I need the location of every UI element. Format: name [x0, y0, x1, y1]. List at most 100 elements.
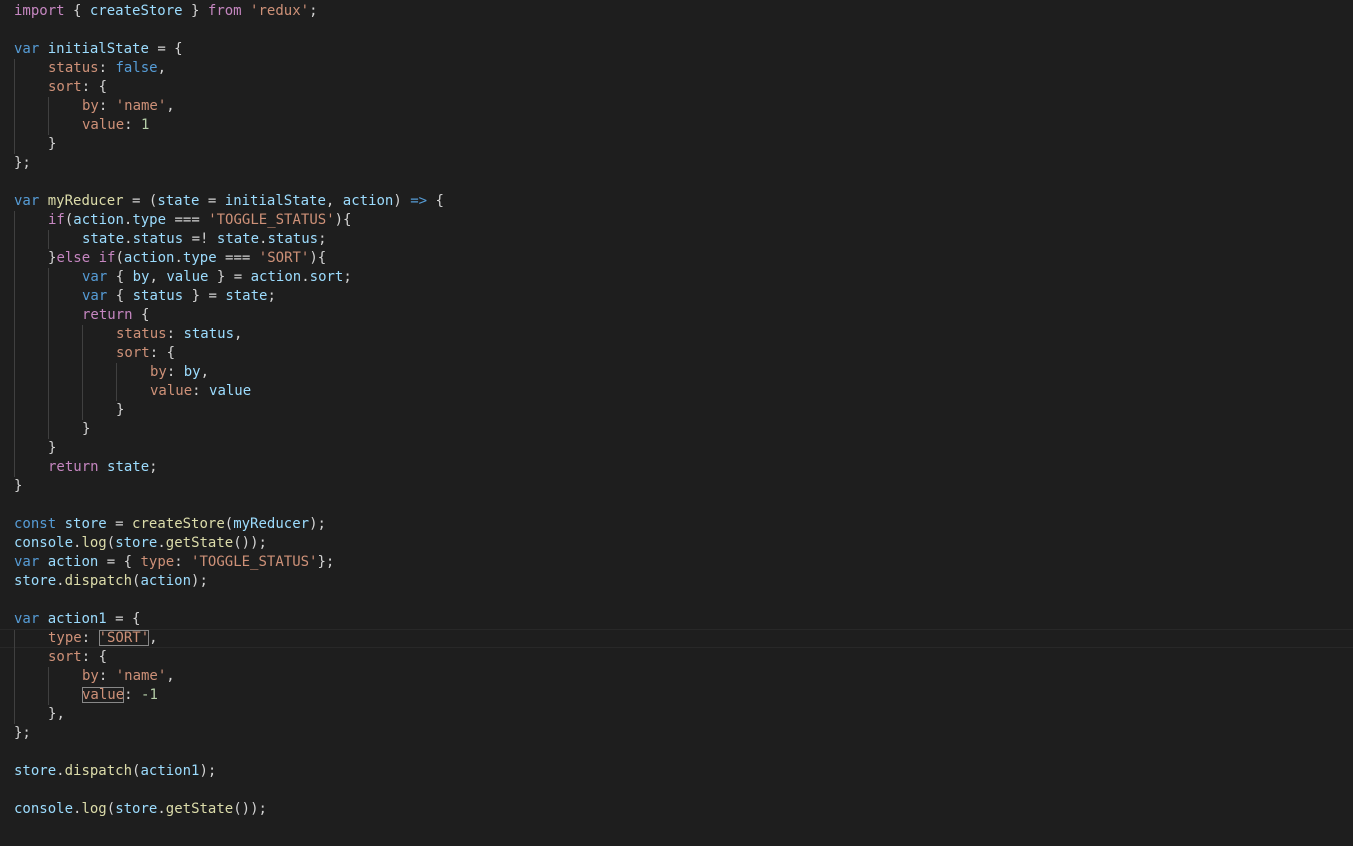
code-line[interactable]: var action1 = {	[0, 610, 1353, 629]
code-token: .	[301, 269, 310, 285]
indent-guide	[48, 401, 49, 420]
code-token: .	[56, 763, 65, 779]
code-line[interactable]: }	[0, 477, 1353, 496]
code-text: console.log(store.getState());	[14, 534, 267, 553]
code-line[interactable]: state.status =! state.status;	[0, 230, 1353, 249]
code-token: :	[98, 60, 116, 76]
code-line[interactable]: console.log(store.getState());	[0, 800, 1353, 819]
code-token: ,	[149, 269, 167, 285]
code-token: ;	[343, 269, 352, 285]
code-line[interactable]: const store = createStore(myReducer);	[0, 515, 1353, 534]
code-line[interactable]: import { createStore } from 'redux';	[0, 2, 1353, 21]
code-line[interactable]: }	[0, 420, 1353, 439]
code-line[interactable]	[0, 743, 1353, 762]
code-token: store	[64, 516, 107, 532]
code-token: createStore	[89, 3, 183, 19]
code-line[interactable]: }else if(action.type === 'SORT'){	[0, 249, 1353, 268]
code-text: var { by, value } = action.sort;	[82, 268, 352, 287]
code-token: sort	[48, 79, 82, 95]
code-token: }	[182, 3, 208, 19]
code-line[interactable]: status: false,	[0, 59, 1353, 78]
code-token: else	[56, 250, 91, 266]
code-token: :	[166, 326, 184, 342]
code-token: by	[183, 364, 201, 380]
code-token: };	[14, 725, 31, 741]
code-line[interactable]: console.log(store.getState());	[0, 534, 1353, 553]
code-text: }else if(action.type === 'SORT'){	[48, 249, 326, 268]
code-line[interactable]: return {	[0, 306, 1353, 325]
code-token: by	[132, 269, 150, 285]
code-line[interactable]: by: 'name',	[0, 97, 1353, 116]
code-token: action	[140, 573, 192, 589]
code-token: .	[157, 801, 166, 817]
indent-guide	[14, 382, 15, 401]
code-line[interactable]: by: by,	[0, 363, 1353, 382]
code-text: sort: {	[116, 344, 175, 363]
code-token: ());	[233, 535, 267, 551]
code-token: =	[199, 193, 225, 209]
code-token: (	[106, 535, 116, 551]
code-token: );	[191, 573, 208, 589]
code-line[interactable]: var action = { type: 'TOGGLE_STATUS'};	[0, 553, 1353, 572]
code-line[interactable]: sort: {	[0, 648, 1353, 667]
indent-guide	[82, 325, 83, 344]
code-line[interactable]	[0, 496, 1353, 515]
indent-guide	[48, 363, 49, 382]
code-line[interactable]	[0, 173, 1353, 192]
code-line[interactable]: }	[0, 401, 1353, 420]
code-line[interactable]: status: status,	[0, 325, 1353, 344]
code-token: ;	[318, 231, 327, 247]
code-token: type	[48, 630, 82, 646]
indent-guide	[14, 78, 15, 97]
code-text: return {	[82, 306, 149, 325]
code-line[interactable]: }	[0, 439, 1353, 458]
code-line[interactable]: value: 1	[0, 116, 1353, 135]
code-token: var	[14, 193, 40, 209]
code-text: value: -1	[82, 686, 158, 705]
code-line[interactable]	[0, 781, 1353, 800]
code-token: by	[82, 668, 99, 684]
code-token: ,	[325, 193, 343, 209]
code-line[interactable]: sort: {	[0, 78, 1353, 97]
code-line[interactable]: },	[0, 705, 1353, 724]
code-token: if	[48, 212, 65, 228]
code-line[interactable]: type: 'SORT',	[0, 629, 1353, 649]
code-line[interactable]: };	[0, 724, 1353, 743]
code-token: ,	[234, 326, 243, 342]
code-line[interactable]	[0, 591, 1353, 610]
code-token: 'SORT'	[98, 630, 150, 646]
indent-guide	[14, 705, 15, 724]
code-line[interactable]: store.dispatch(action1);	[0, 762, 1353, 781]
indent-guide	[82, 401, 83, 420]
code-line[interactable]: var myReducer = (state = initialState, a…	[0, 192, 1353, 211]
code-line[interactable]: }	[0, 135, 1353, 154]
code-line[interactable]: store.dispatch(action);	[0, 572, 1353, 591]
code-token: :	[98, 668, 116, 684]
code-line[interactable]: if(action.type === 'TOGGLE_STATUS'){	[0, 211, 1353, 230]
code-line[interactable]: value: -1	[0, 686, 1353, 705]
indent-guide	[116, 363, 117, 382]
code-line[interactable]: var { by, value } = action.sort;	[0, 268, 1353, 287]
code-text: store.dispatch(action1);	[14, 762, 216, 781]
code-token: ,	[166, 98, 175, 114]
code-token: value	[166, 269, 209, 285]
code-line[interactable]: var initialState = {	[0, 40, 1353, 59]
code-token: var	[14, 554, 40, 570]
code-line[interactable]: value: value	[0, 382, 1353, 401]
code-token: : {	[149, 345, 176, 361]
code-token: {	[98, 649, 108, 665]
code-line[interactable]: var { status } = state;	[0, 287, 1353, 306]
code-token: status	[132, 288, 184, 304]
code-line[interactable]	[0, 21, 1353, 40]
code-text: }	[14, 477, 22, 496]
code-line[interactable]: by: 'name',	[0, 667, 1353, 686]
code-line[interactable]: return state;	[0, 458, 1353, 477]
code-token: -1	[141, 687, 158, 703]
code-line[interactable]: };	[0, 154, 1353, 173]
code-line[interactable]: sort: {	[0, 344, 1353, 363]
indent-guide	[116, 382, 117, 401]
code-editor[interactable]: import { createStore } from 'redux'; var …	[0, 0, 1353, 846]
code-token: =>	[410, 193, 428, 209]
code-token: } =	[183, 288, 226, 304]
